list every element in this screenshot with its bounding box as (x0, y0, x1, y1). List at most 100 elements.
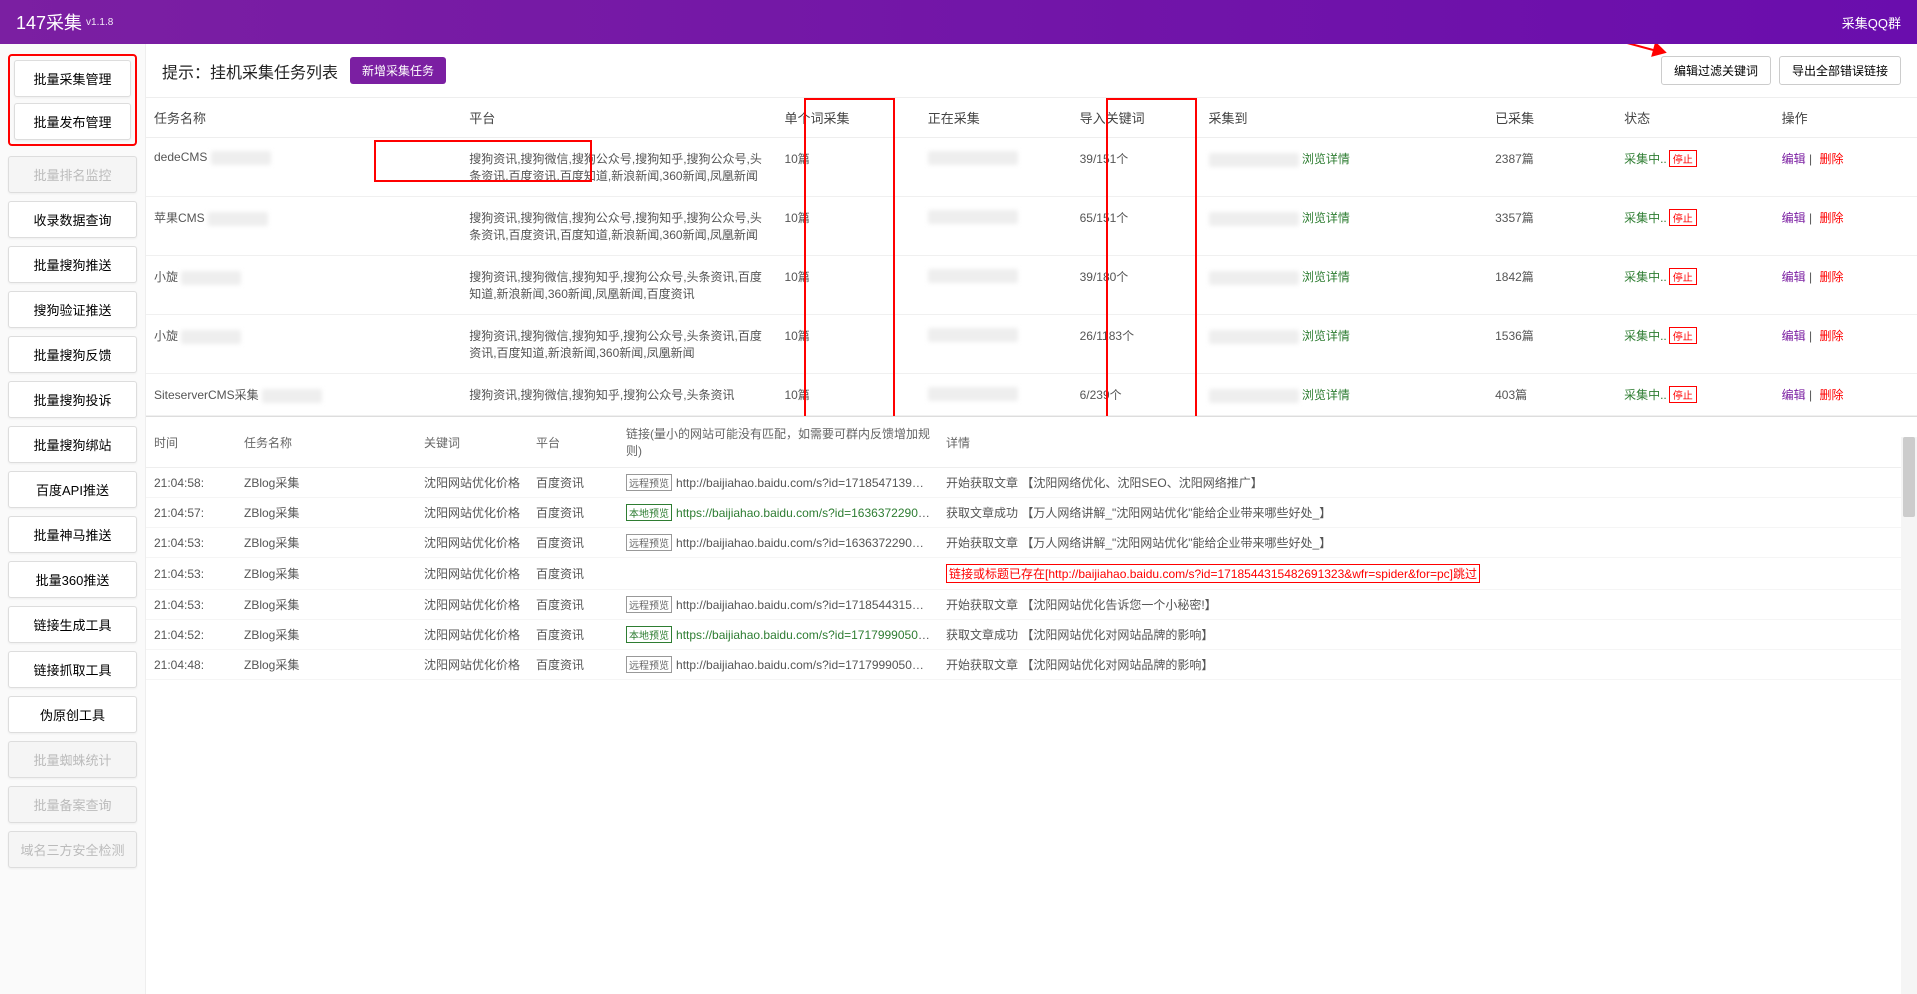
delete-button[interactable]: 删除 (1819, 152, 1843, 166)
edit-button[interactable]: 编辑 (1782, 152, 1806, 166)
stop-button[interactable]: 停止 (1669, 327, 1697, 344)
task-single: 10篇 (776, 374, 919, 416)
remote-tag[interactable]: 远程预览 (626, 474, 672, 491)
task-collecting (920, 256, 1072, 315)
sidebar-item-4[interactable]: 批量搜狗反馈 (8, 336, 137, 373)
task-row: 苹果CMS 搜狗资讯,搜狗微信,搜狗公众号,搜狗知乎,搜狗公众号,头条资讯,百度… (146, 197, 1917, 256)
log-task: ZBlog采集 (236, 468, 416, 498)
delete-button[interactable]: 删除 (1819, 270, 1843, 284)
stop-button[interactable]: 停止 (1669, 150, 1697, 167)
export-errors-button[interactable]: 导出全部错误链接 (1779, 56, 1901, 85)
sidebar-item-publish-manage[interactable]: 批量发布管理 (14, 103, 131, 140)
stop-button[interactable]: 停止 (1669, 268, 1697, 285)
app-title: 147采集 (16, 9, 82, 35)
remote-tag[interactable]: 远程预览 (626, 656, 672, 673)
task-collected: 3357篇 (1487, 197, 1616, 256)
new-task-button[interactable]: 新增采集任务 (350, 57, 446, 84)
log-row: 21:04:52:ZBlog采集沈阳网站优化价格百度资讯本地预览https://… (146, 620, 1917, 650)
task-header-3: 正在采集 (920, 98, 1072, 138)
sidebar-item-10[interactable]: 链接生成工具 (8, 606, 137, 643)
detail-link[interactable]: 浏览详情 (1302, 329, 1350, 343)
log-link: 远程预览http://baijiahao.baidu.com/s?id=1718… (618, 590, 938, 620)
task-row: 小旋 搜狗资讯,搜狗微信,搜狗知乎,搜狗公众号,头条资讯,百度知道,新浪新闻,3… (146, 256, 1917, 315)
log-platform: 百度资讯 (528, 590, 618, 620)
delete-button[interactable]: 删除 (1819, 388, 1843, 402)
delete-button[interactable]: 删除 (1819, 211, 1843, 225)
log-platform: 百度资讯 (528, 650, 618, 680)
qq-group-link[interactable]: 采集QQ群 (1842, 13, 1901, 32)
log-time: 21:04:57: (146, 498, 236, 528)
delete-button[interactable]: 删除 (1819, 329, 1843, 343)
remote-tag[interactable]: 远程预览 (626, 534, 672, 551)
task-single: 10篇 (776, 256, 919, 315)
sidebar-item-9[interactable]: 批量360推送 (8, 561, 137, 598)
log-row: 21:04:53:ZBlog采集沈阳网站优化价格百度资讯链接或标题已存在[htt… (146, 558, 1917, 590)
task-platform: 搜狗资讯,搜狗微信,搜狗公众号,搜狗知乎,搜狗公众号,头条资讯,百度资讯,百度知… (461, 197, 776, 256)
sidebar-item-7[interactable]: 百度API推送 (8, 471, 137, 508)
log-scrollbar[interactable] (1901, 437, 1917, 994)
task-name: dedeCMS (146, 138, 461, 197)
task-platform: 搜狗资讯,搜狗微信,搜狗知乎,搜狗公众号,头条资讯,百度知道,新浪新闻,360新… (461, 256, 776, 315)
task-platform: 搜狗资讯,搜狗微信,搜狗公众号,搜狗知乎,搜狗公众号,头条资讯,百度资讯,百度知… (461, 138, 776, 197)
detail-link[interactable]: 浏览详情 (1302, 152, 1350, 166)
sidebar-item-1[interactable]: 收录数据查询 (8, 201, 137, 238)
filter-keywords-button[interactable]: 编辑过滤关键词 (1661, 56, 1771, 85)
detail-link[interactable]: 浏览详情 (1302, 211, 1350, 225)
sidebar-item-8[interactable]: 批量神马推送 (8, 516, 137, 553)
task-keywords: 65/151个 (1072, 197, 1201, 256)
task-target: 浏览详情 (1201, 374, 1488, 416)
log-task: ZBlog采集 (236, 528, 416, 558)
sidebar-item-11[interactable]: 链接抓取工具 (8, 651, 137, 688)
task-collecting (920, 315, 1072, 374)
task-name: 苹果CMS (146, 197, 461, 256)
task-actions: 编辑 | 删除 (1774, 256, 1917, 315)
log-link: 本地预览https://baijiahao.baidu.com/s?id=171… (618, 620, 938, 650)
task-keywords: 39/180个 (1072, 256, 1201, 315)
task-collecting (920, 197, 1072, 256)
sidebar: 批量采集管理 批量发布管理 批量排名监控收录数据查询批量搜狗推送搜狗验证推送批量… (0, 44, 146, 994)
log-detail: 开始获取文章 【沈阳网站优化对网站品牌的影响】 (938, 650, 1917, 680)
log-task: ZBlog采集 (236, 650, 416, 680)
sidebar-item-collect-manage[interactable]: 批量采集管理 (14, 60, 131, 97)
task-single: 10篇 (776, 315, 919, 374)
sidebar-item-3[interactable]: 搜狗验证推送 (8, 291, 137, 328)
sidebar-item-2[interactable]: 批量搜狗推送 (8, 246, 137, 283)
log-link (618, 558, 938, 590)
edit-button[interactable]: 编辑 (1782, 270, 1806, 284)
task-collecting (920, 138, 1072, 197)
task-table: 任务名称平台单个词采集正在采集导入关键词采集到已采集状态操作 dedeCMS 搜… (146, 98, 1917, 416)
task-collected: 2387篇 (1487, 138, 1616, 197)
stop-button[interactable]: 停止 (1669, 209, 1697, 226)
edit-button[interactable]: 编辑 (1782, 388, 1806, 402)
local-tag[interactable]: 本地预览 (626, 504, 672, 521)
task-header-5: 采集到 (1201, 98, 1488, 138)
task-target: 浏览详情 (1201, 138, 1488, 197)
log-platform: 百度资讯 (528, 528, 618, 558)
task-platform: 搜狗资讯,搜狗微信,搜狗知乎,搜狗公众号,头条资讯 (461, 374, 776, 416)
task-platform: 搜狗资讯,搜狗微信,搜狗知乎,搜狗公众号,头条资讯,百度资讯,百度知道,新浪新闻… (461, 315, 776, 374)
log-task: ZBlog采集 (236, 558, 416, 590)
log-detail: 链接或标题已存在[http://baijiahao.baidu.com/s?id… (938, 558, 1917, 590)
task-collected: 1536篇 (1487, 315, 1616, 374)
log-time: 21:04:52: (146, 620, 236, 650)
stop-button[interactable]: 停止 (1669, 386, 1697, 403)
sidebar-item-5[interactable]: 批量搜狗投诉 (8, 381, 137, 418)
edit-button[interactable]: 编辑 (1782, 211, 1806, 225)
log-task: ZBlog采集 (236, 590, 416, 620)
title-bar: 提示：挂机采集任务列表 新增采集任务 编辑过滤关键词 导出全部错误链接 (146, 44, 1917, 98)
log-detail: 开始获取文章 【沈阳网站优化告诉您一个小秘密!】 (938, 590, 1917, 620)
detail-link[interactable]: 浏览详情 (1302, 388, 1350, 402)
log-link: 远程预览http://baijiahao.baidu.com/s?id=1717… (618, 650, 938, 680)
edit-button[interactable]: 编辑 (1782, 329, 1806, 343)
log-task: ZBlog采集 (236, 498, 416, 528)
remote-tag[interactable]: 远程预览 (626, 596, 672, 613)
task-row: SiteserverCMS采集 搜狗资讯,搜狗微信,搜狗知乎,搜狗公众号,头条资… (146, 374, 1917, 416)
sidebar-item-12[interactable]: 伪原创工具 (8, 696, 137, 733)
log-header-4: 链接(量小的网站可能没有匹配，如需要可群内反馈增加规则) (618, 417, 938, 468)
sidebar-item-6[interactable]: 批量搜狗绑站 (8, 426, 137, 463)
task-collected: 1842篇 (1487, 256, 1616, 315)
local-tag[interactable]: 本地预览 (626, 626, 672, 643)
detail-link[interactable]: 浏览详情 (1302, 270, 1350, 284)
task-status: 采集中..停止 (1616, 138, 1774, 197)
task-header-0: 任务名称 (146, 98, 461, 138)
